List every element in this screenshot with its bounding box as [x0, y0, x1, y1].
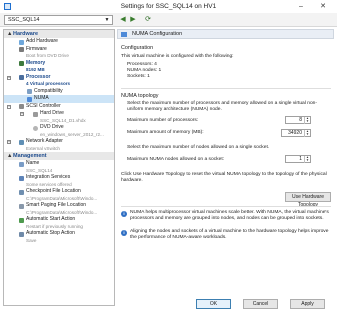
management-section-header[interactable]: ▲Management: [4, 152, 114, 160]
max-memory-stepper[interactable]: 34920 ▲ ▼: [281, 129, 311, 137]
sockets-count: Sockets: 1: [127, 74, 150, 79]
configuration-title: Configuration: [121, 45, 154, 51]
expand-icon[interactable]: +: [20, 112, 24, 116]
back-arrow-icon[interactable]: ◀: [118, 15, 128, 25]
smart-paging-icon: [19, 203, 24, 209]
sidebar-item-integration-services[interactable]: Integration Services: [4, 174, 114, 182]
settings-tree: ▲Hardware Add Hardware Firmware Boot fro…: [3, 29, 115, 306]
divider: [121, 88, 331, 89]
numa-configuration-panel: NUMA Configuration Configuration This vi…: [117, 29, 334, 294]
alignment-info-text: Aligning the nodes and sockets of a virt…: [130, 229, 329, 240]
sidebar-item-scsi-controller[interactable]: − SCSI Controller: [4, 103, 114, 111]
vm-select-value: SSC_SQL14: [8, 17, 40, 23]
spinner-arrows-icon[interactable]: ▲ ▼: [304, 156, 310, 163]
max-processors-stepper[interactable]: 8 ▲ ▼: [285, 116, 311, 124]
refresh-icon[interactable]: ⟳: [143, 15, 153, 25]
use-hardware-topology-button[interactable]: Use Hardware Topology: [285, 192, 331, 208]
close-icon[interactable]: ✕: [318, 2, 328, 11]
sidebar-item-processor[interactable]: − Processor: [4, 74, 114, 82]
collapse-icon[interactable]: −: [7, 104, 11, 109]
minimize-icon[interactable]: –: [296, 2, 306, 11]
toolbar: SSC_SQL14 ▼ ◀ ▶ ⟳: [0, 13, 337, 27]
info-icon: i: [121, 211, 127, 217]
vm-select[interactable]: SSC_SQL14 ▼: [4, 15, 113, 25]
network-adapter-icon: [19, 139, 24, 145]
add-hardware-icon: [19, 39, 24, 45]
hardware-topology-description: Click Use Hardware Topology to reset the…: [121, 172, 327, 183]
sidebar-item-numa[interactable]: NUMA: [4, 95, 114, 103]
numa-topology-group: NUMA topology Select the maximum number …: [121, 93, 331, 113]
divider: [121, 206, 331, 207]
sidebar-item-automatic-stop-action[interactable]: Automatic Stop Action: [4, 230, 114, 238]
sidebar-item-firmware[interactable]: Firmware: [4, 46, 114, 54]
sidebar-item-name[interactable]: Name: [4, 160, 114, 168]
window-title: Settings for SSC_SQL14 on HV1: [120, 3, 217, 10]
firmware-icon: [19, 47, 24, 52]
max-processors-value: 8: [299, 117, 302, 123]
configuration-group: Configuration This virtual machine is co…: [121, 45, 331, 80]
sidebar-item-compatibility[interactable]: Compatibility: [4, 88, 114, 96]
integration-services-icon: [19, 175, 24, 181]
compatibility-icon: [27, 89, 32, 94]
forward-arrow-icon[interactable]: ▶: [128, 15, 138, 25]
numa-info-text: NUMA helps multiprocessor virtual machin…: [130, 210, 329, 221]
cancel-button[interactable]: Cancel: [243, 299, 278, 309]
scsi-controller-icon: [19, 104, 24, 109]
max-nodes-value: 1: [299, 156, 302, 162]
numa-icon: [27, 96, 32, 102]
stop-action-detail: Save: [26, 237, 37, 243]
name-icon: [19, 161, 24, 167]
sidebar-item-hard-drive[interactable]: + Hard Drive: [4, 110, 114, 118]
collapse-icon[interactable]: −: [7, 75, 11, 80]
socket-description: Select the maximum number of nodes allow…: [127, 145, 270, 150]
max-memory-value: 34920: [288, 130, 302, 136]
start-action-icon: [19, 217, 24, 223]
panel-header: NUMA Configuration: [117, 29, 334, 39]
numa-topology-title: NUMA topology: [121, 93, 159, 99]
numa-icon: [121, 31, 127, 37]
info-icon: i: [121, 230, 127, 236]
dvd-drive-icon: [33, 125, 38, 131]
max-nodes-label: Maximum NUMA nodes allowed on a socket:: [127, 157, 225, 162]
sidebar-item-automatic-start-action[interactable]: Automatic Start Action: [4, 216, 114, 224]
network-adapter-detail: External vSwitch: [26, 145, 60, 151]
checkpoint-icon: [19, 189, 24, 195]
configuration-description: This virtual machine is configured with …: [121, 54, 234, 59]
title-bar: Settings for SSC_SQL14 on HV1 – ✕: [0, 0, 337, 13]
ok-button[interactable]: OK: [196, 299, 231, 309]
sidebar-item-smart-paging-file-location[interactable]: Smart Paging File Location: [4, 202, 114, 210]
processor-icon: [19, 75, 24, 80]
hard-drive-icon: [33, 111, 38, 117]
memory-icon: [19, 61, 24, 66]
sidebar-item-network-adapter[interactable]: + Network Adapter: [4, 138, 114, 146]
max-memory-label: Maximum amount of memory (MB):: [127, 130, 204, 135]
sidebar-item-add-hardware[interactable]: Add Hardware: [4, 38, 114, 46]
spinner-arrows-icon[interactable]: ▲ ▼: [304, 117, 310, 124]
stop-action-icon: [19, 231, 24, 237]
apply-button[interactable]: Apply: [290, 299, 325, 309]
max-nodes-stepper[interactable]: 1 ▲ ▼: [285, 155, 311, 163]
numa-topology-description: Select the maximum number of processors …: [127, 101, 318, 112]
expand-icon[interactable]: +: [7, 140, 11, 144]
spinner-arrows-icon[interactable]: ▲ ▼: [304, 130, 310, 137]
hardware-section-header[interactable]: ▲Hardware: [4, 30, 114, 38]
max-processors-label: Maximum number of processors:: [127, 118, 199, 123]
sidebar-item-memory[interactable]: Memory: [4, 60, 114, 68]
sidebar-item-checkpoint-file-location[interactable]: Checkpoint File Location: [4, 188, 114, 196]
chevron-down-icon: ▼: [104, 17, 110, 23]
sidebar-item-dvd-drive[interactable]: DVD Drive: [4, 124, 114, 132]
